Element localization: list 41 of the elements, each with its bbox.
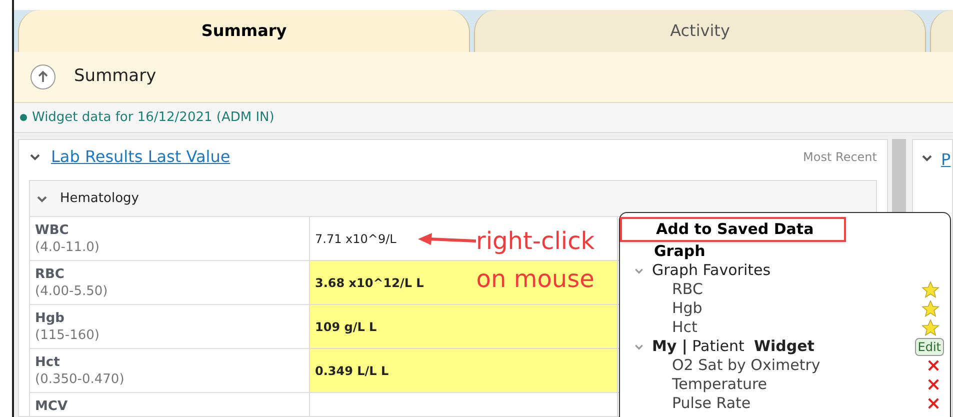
tab[interactable]: Summary <box>18 10 470 52</box>
remove-icon[interactable] <box>927 397 940 410</box>
test-name: MCV <box>35 398 69 415</box>
remove-icon[interactable] <box>927 359 940 372</box>
reference-range: (115-160) <box>35 327 100 344</box>
menu-item[interactable]: Graph <box>634 242 930 261</box>
menu-item[interactable]: Add to Saved Data <box>620 217 846 242</box>
annotation-text: on mouse <box>476 264 594 295</box>
reference-range: (0.350-0.470) <box>35 371 126 388</box>
test-name: Hgb <box>35 310 66 327</box>
menu-item[interactable]: O2 Sat by Oximetry <box>672 356 820 375</box>
tab[interactable]: Activity <box>474 10 926 52</box>
menu-group-title[interactable]: Graph Favorites <box>652 261 771 280</box>
star-icon[interactable] <box>921 300 940 318</box>
arrow-up-icon[interactable] <box>30 64 56 90</box>
lab-results-link[interactable]: Lab Results Last Value <box>51 145 230 169</box>
widget-data-text: Widget data for 16/12/2021 (ADM IN) <box>32 108 274 127</box>
menu-item[interactable]: Temperature <box>672 375 768 394</box>
star-icon[interactable] <box>921 318 940 336</box>
menu-item[interactable]: RBC <box>672 280 703 299</box>
panel-link[interactable]: P <box>941 148 951 172</box>
status-dot-icon <box>20 114 27 121</box>
edit-button[interactable]: Edit <box>914 338 944 356</box>
menu-item[interactable]: Hct <box>672 318 698 337</box>
menu-item[interactable]: Pulse Rate <box>672 394 751 413</box>
summary-title: Summary <box>74 65 156 88</box>
section-title: Hematology <box>60 190 139 208</box>
reference-range: (4.0-11.0) <box>35 239 100 256</box>
menu-group-title[interactable]: My | Patient Widget <box>652 337 814 356</box>
remove-icon[interactable] <box>927 378 940 391</box>
sort-label: Most Recent <box>803 149 877 166</box>
test-name: WBC <box>35 222 70 239</box>
menu-item[interactable]: Hgb <box>672 299 702 318</box>
test-name: RBC <box>35 266 66 283</box>
result-cell: 0.349 L/L L <box>310 349 618 392</box>
annotation-text: right-click <box>476 226 595 257</box>
arrow <box>418 232 476 246</box>
reference-range: (4.00-5.50) <box>35 283 109 300</box>
star-icon[interactable] <box>921 280 940 298</box>
result-cell: 109 g/L L <box>310 305 618 348</box>
test-name: Hct <box>35 354 61 371</box>
